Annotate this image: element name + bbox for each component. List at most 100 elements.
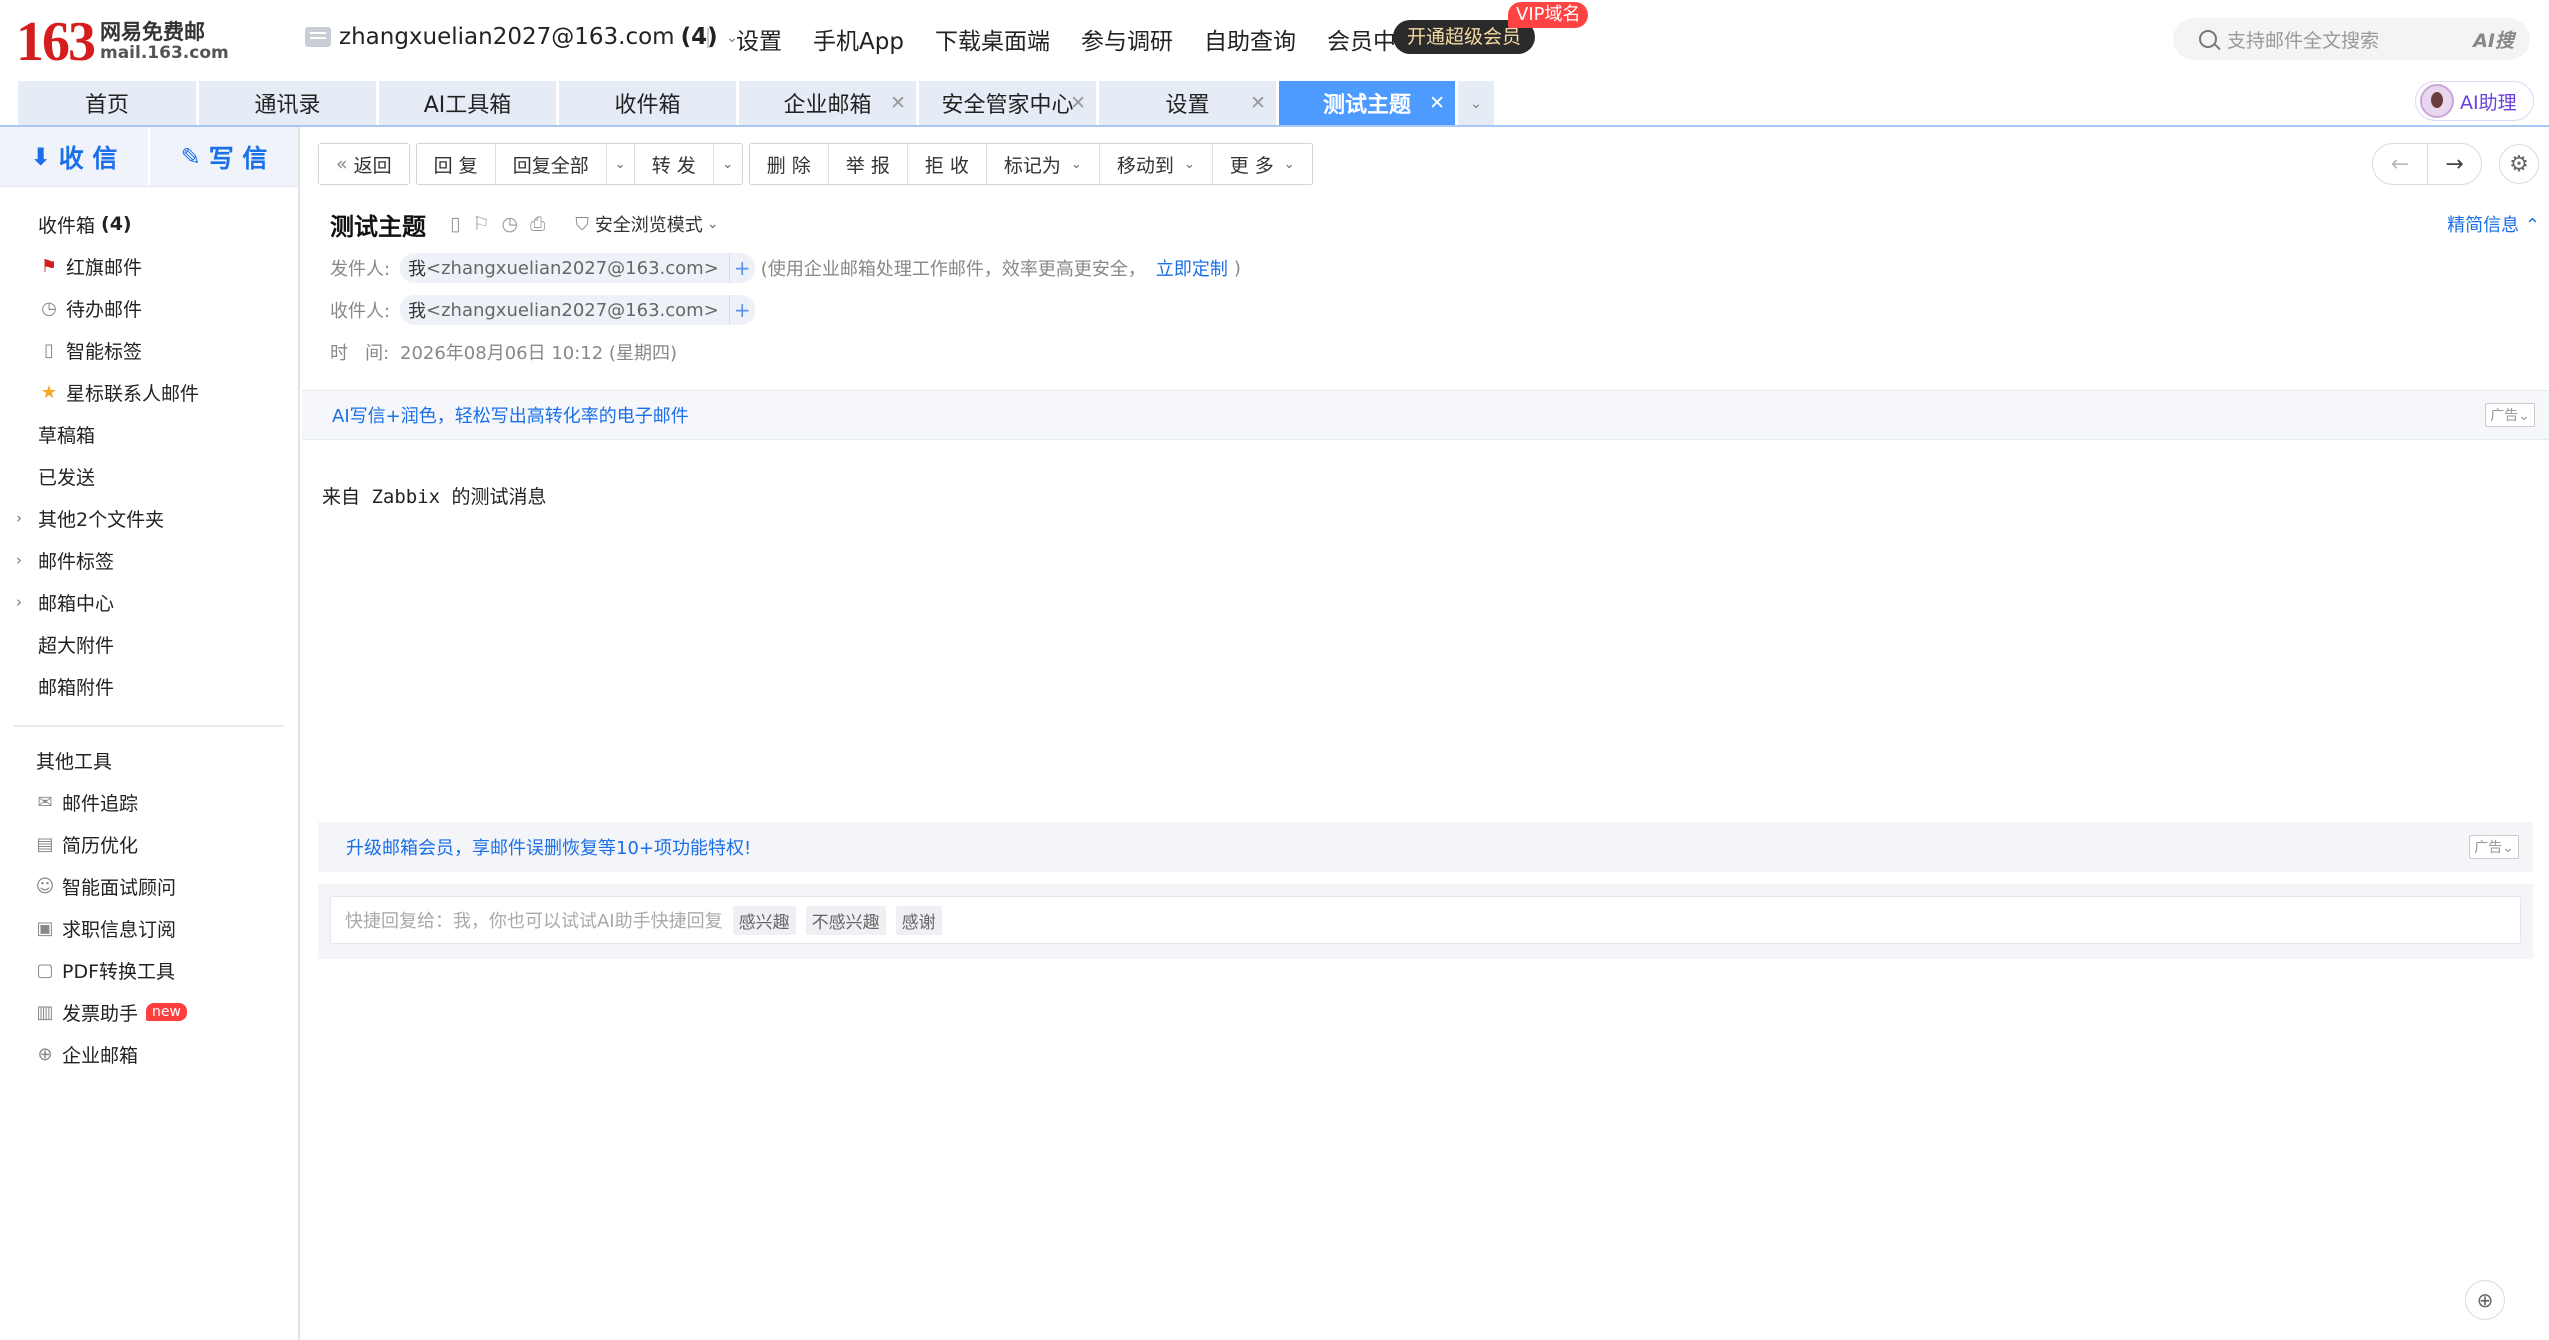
- sidebar-item-sent[interactable]: 已发送: [0, 455, 298, 497]
- topnav-self-service[interactable]: 自助查询: [1204, 22, 1296, 56]
- print-icon[interactable]: ⎙: [530, 213, 545, 235]
- tool-mail-tracking[interactable]: ✉ 邮件追踪: [0, 781, 298, 823]
- more-label: 更 多: [1229, 154, 1274, 177]
- quick-reply-thanks[interactable]: 感谢: [895, 905, 942, 935]
- reply-button[interactable]: 回 复: [416, 144, 496, 184]
- customize-now-link[interactable]: 立即定制: [1156, 255, 1228, 281]
- back-button[interactable]: «返回: [319, 144, 409, 184]
- topnav-settings[interactable]: 设置: [736, 22, 782, 56]
- gear-icon[interactable]: ⚙: [2499, 144, 2539, 184]
- close-icon[interactable]: ✕: [890, 92, 906, 114]
- flag-icon[interactable]: ⚐: [472, 213, 489, 235]
- ai-writing-ad-banner[interactable]: AI写信+润色，轻松写出高转化率的电子邮件 广告⌄: [302, 390, 2549, 440]
- sidebar-item-inbox[interactable]: 收件箱 (4): [0, 203, 298, 245]
- topnav-download-desktop[interactable]: 下载桌面端: [935, 22, 1050, 56]
- tool-invoice-assistant[interactable]: ▥ 发票助手 new: [0, 991, 298, 1033]
- reply-label: 回 复: [433, 154, 478, 177]
- clock-icon[interactable]: ◷: [502, 213, 519, 235]
- previous-mail-arrow-icon[interactable]: ←: [2373, 144, 2427, 184]
- reply-dropdown-chevron-icon[interactable]: ⌄: [606, 144, 635, 184]
- forward-button[interactable]: 转 发: [634, 144, 714, 184]
- recipient-email: <zhangxuelian2027@163.com>: [426, 299, 719, 321]
- tool-enterprise-mail[interactable]: ⊕ 企业邮箱: [0, 1033, 298, 1075]
- tool-label: 简历优化: [62, 834, 139, 857]
- ai-assistant-avatar: [2420, 84, 2454, 118]
- sidebar-item-other-folders[interactable]: › 其他2个文件夹: [0, 497, 298, 539]
- mark-as-dropdown[interactable]: 标记为 ⌄: [986, 144, 1100, 184]
- compose-button[interactable]: ✎ 写 信: [148, 127, 298, 186]
- sender-chip[interactable]: 我 <zhangxuelian2027@163.com> +: [400, 253, 755, 283]
- tab-ai-toolbox[interactable]: AI工具箱: [379, 81, 556, 125]
- tab-security-center[interactable]: 安全管家中心 ✕: [919, 81, 1096, 125]
- delete-button[interactable]: 删 除: [749, 144, 829, 184]
- topnav-mobile-app[interactable]: 手机App: [813, 22, 904, 56]
- bookmark-icon[interactable]: ▯: [450, 213, 460, 235]
- sidebar-item-mail-tags[interactable]: › 邮件标签: [0, 539, 298, 581]
- vip-domain-badge[interactable]: VIP域名: [1508, 2, 1589, 28]
- member-promo-banner[interactable]: 升级邮箱会员，享邮件误删恢复等10+项功能特权! 广告⌄: [318, 822, 2533, 872]
- tab-enterprise-mail[interactable]: 企业邮箱 ✕: [739, 81, 916, 125]
- reply-all-button[interactable]: 回复全部: [495, 144, 607, 184]
- report-button[interactable]: 举 报: [828, 144, 908, 184]
- tab-settings[interactable]: 设置 ✕: [1099, 81, 1276, 125]
- shield-icon: ⛉: [575, 213, 589, 235]
- close-icon[interactable]: ✕: [1070, 92, 1086, 114]
- ad-badge[interactable]: 广告⌄: [2469, 835, 2519, 859]
- tab-home[interactable]: 首页: [18, 81, 196, 125]
- sidebar-item-attachments[interactable]: 邮箱附件: [0, 665, 298, 707]
- tab-inbox[interactable]: 收件箱: [559, 81, 736, 125]
- chevron-down-icon: ⌄: [1283, 156, 1295, 172]
- add-contact-plus-icon[interactable]: +: [728, 253, 755, 283]
- tab-test-subject[interactable]: 测试主题 ✕: [1279, 81, 1455, 125]
- sidebar-item-red-flag[interactable]: ⚑ 红旗邮件: [0, 245, 298, 287]
- promo-text[interactable]: 升级邮箱会员，享邮件误删恢复等10+项功能特权!: [346, 834, 751, 860]
- new-badge: new: [146, 1003, 187, 1021]
- quick-reply-input[interactable]: 快捷回复给：我，你也可以试试AI助手快捷回复 感兴趣 不感兴趣 感谢: [330, 896, 2521, 944]
- double-chevron-left-icon: «: [336, 153, 348, 175]
- sidebar-item-label: 邮箱中心: [38, 592, 115, 615]
- add-contact-plus-icon[interactable]: +: [728, 295, 755, 325]
- ai-assistant-button[interactable]: AI助理: [2415, 81, 2534, 121]
- sidebar-item-label: 邮箱附件: [38, 676, 115, 699]
- quick-reply-interested[interactable]: 感兴趣: [732, 905, 796, 935]
- sidebar-item-smart-tags[interactable]: ▯ 智能标签: [0, 329, 298, 371]
- tool-pdf-convert[interactable]: ▢ PDF转换工具: [0, 949, 298, 991]
- tool-interview-advisor[interactable]: ☺ 智能面试顾问: [0, 865, 298, 907]
- ad-badge[interactable]: 广告⌄: [2485, 403, 2535, 427]
- close-icon[interactable]: ✕: [1250, 92, 1266, 114]
- sidebar-item-starred-contacts[interactable]: ★ 星标联系人邮件: [0, 371, 298, 413]
- globe-icon: ⊕: [37, 1043, 53, 1065]
- tool-job-subscription[interactable]: ▣ 求职信息订阅: [0, 907, 298, 949]
- forward-dropdown-chevron-icon[interactable]: ⌄: [713, 144, 742, 184]
- next-mail-arrow-icon[interactable]: →: [2427, 144, 2481, 184]
- logo[interactable]: 163 网易免费邮 mail.163.com: [16, 14, 229, 70]
- account-switcher[interactable]: zhangxuelian2027@163.com (4) ⌄: [305, 24, 738, 50]
- ad-text[interactable]: AI写信+润色，轻松写出高转化率的电子邮件: [332, 402, 689, 428]
- time-row: 时 间: 2026年08月06日 10:12 (星期四): [330, 331, 2540, 373]
- search-icon: [2199, 30, 2217, 48]
- back-label: 返回: [353, 154, 392, 177]
- topnav-survey[interactable]: 参与调研: [1081, 22, 1173, 56]
- move-to-dropdown[interactable]: 移动到 ⌄: [1099, 144, 1213, 184]
- tab-overflow-chevron-icon[interactable]: ⌄: [1458, 81, 1494, 125]
- tab-contacts[interactable]: 通讯录: [199, 81, 376, 125]
- close-icon[interactable]: ✕: [1429, 92, 1445, 114]
- search-input[interactable]: 支持邮件全文搜索: [2227, 26, 2473, 53]
- sidebar-item-drafts[interactable]: 草稿箱: [0, 413, 298, 455]
- zoom-in-icon[interactable]: ⊕: [2465, 1280, 2505, 1320]
- ai-search-button[interactable]: AI搜: [2473, 26, 2514, 53]
- receive-mail-button[interactable]: ⬇ 收 信: [0, 127, 148, 186]
- sidebar-item-todo[interactable]: ◷ 待办邮件: [0, 287, 298, 329]
- sidebar-item-large-attachments[interactable]: 超大附件: [0, 623, 298, 665]
- tool-resume-optimize[interactable]: ▤ 简历优化: [0, 823, 298, 865]
- search-box[interactable]: 支持邮件全文搜索 AI搜: [2173, 18, 2530, 60]
- reject-button[interactable]: 拒 收: [907, 144, 987, 184]
- more-dropdown[interactable]: 更 多 ⌄: [1212, 144, 1312, 184]
- safe-browse-mode-dropdown[interactable]: ⛉ 安全浏览模式 ⌄: [575, 211, 718, 237]
- brief-info-toggle[interactable]: 精简信息 ⌃: [2447, 211, 2540, 237]
- red-flag-icon: ⚑: [40, 255, 58, 277]
- recipient-chip[interactable]: 我 <zhangxuelian2027@163.com> +: [400, 295, 755, 325]
- quick-reply-not-interested[interactable]: 不感兴趣: [805, 905, 886, 935]
- sidebar-item-mail-center[interactable]: › 邮箱中心: [0, 581, 298, 623]
- reject-label: 拒 收: [924, 154, 969, 177]
